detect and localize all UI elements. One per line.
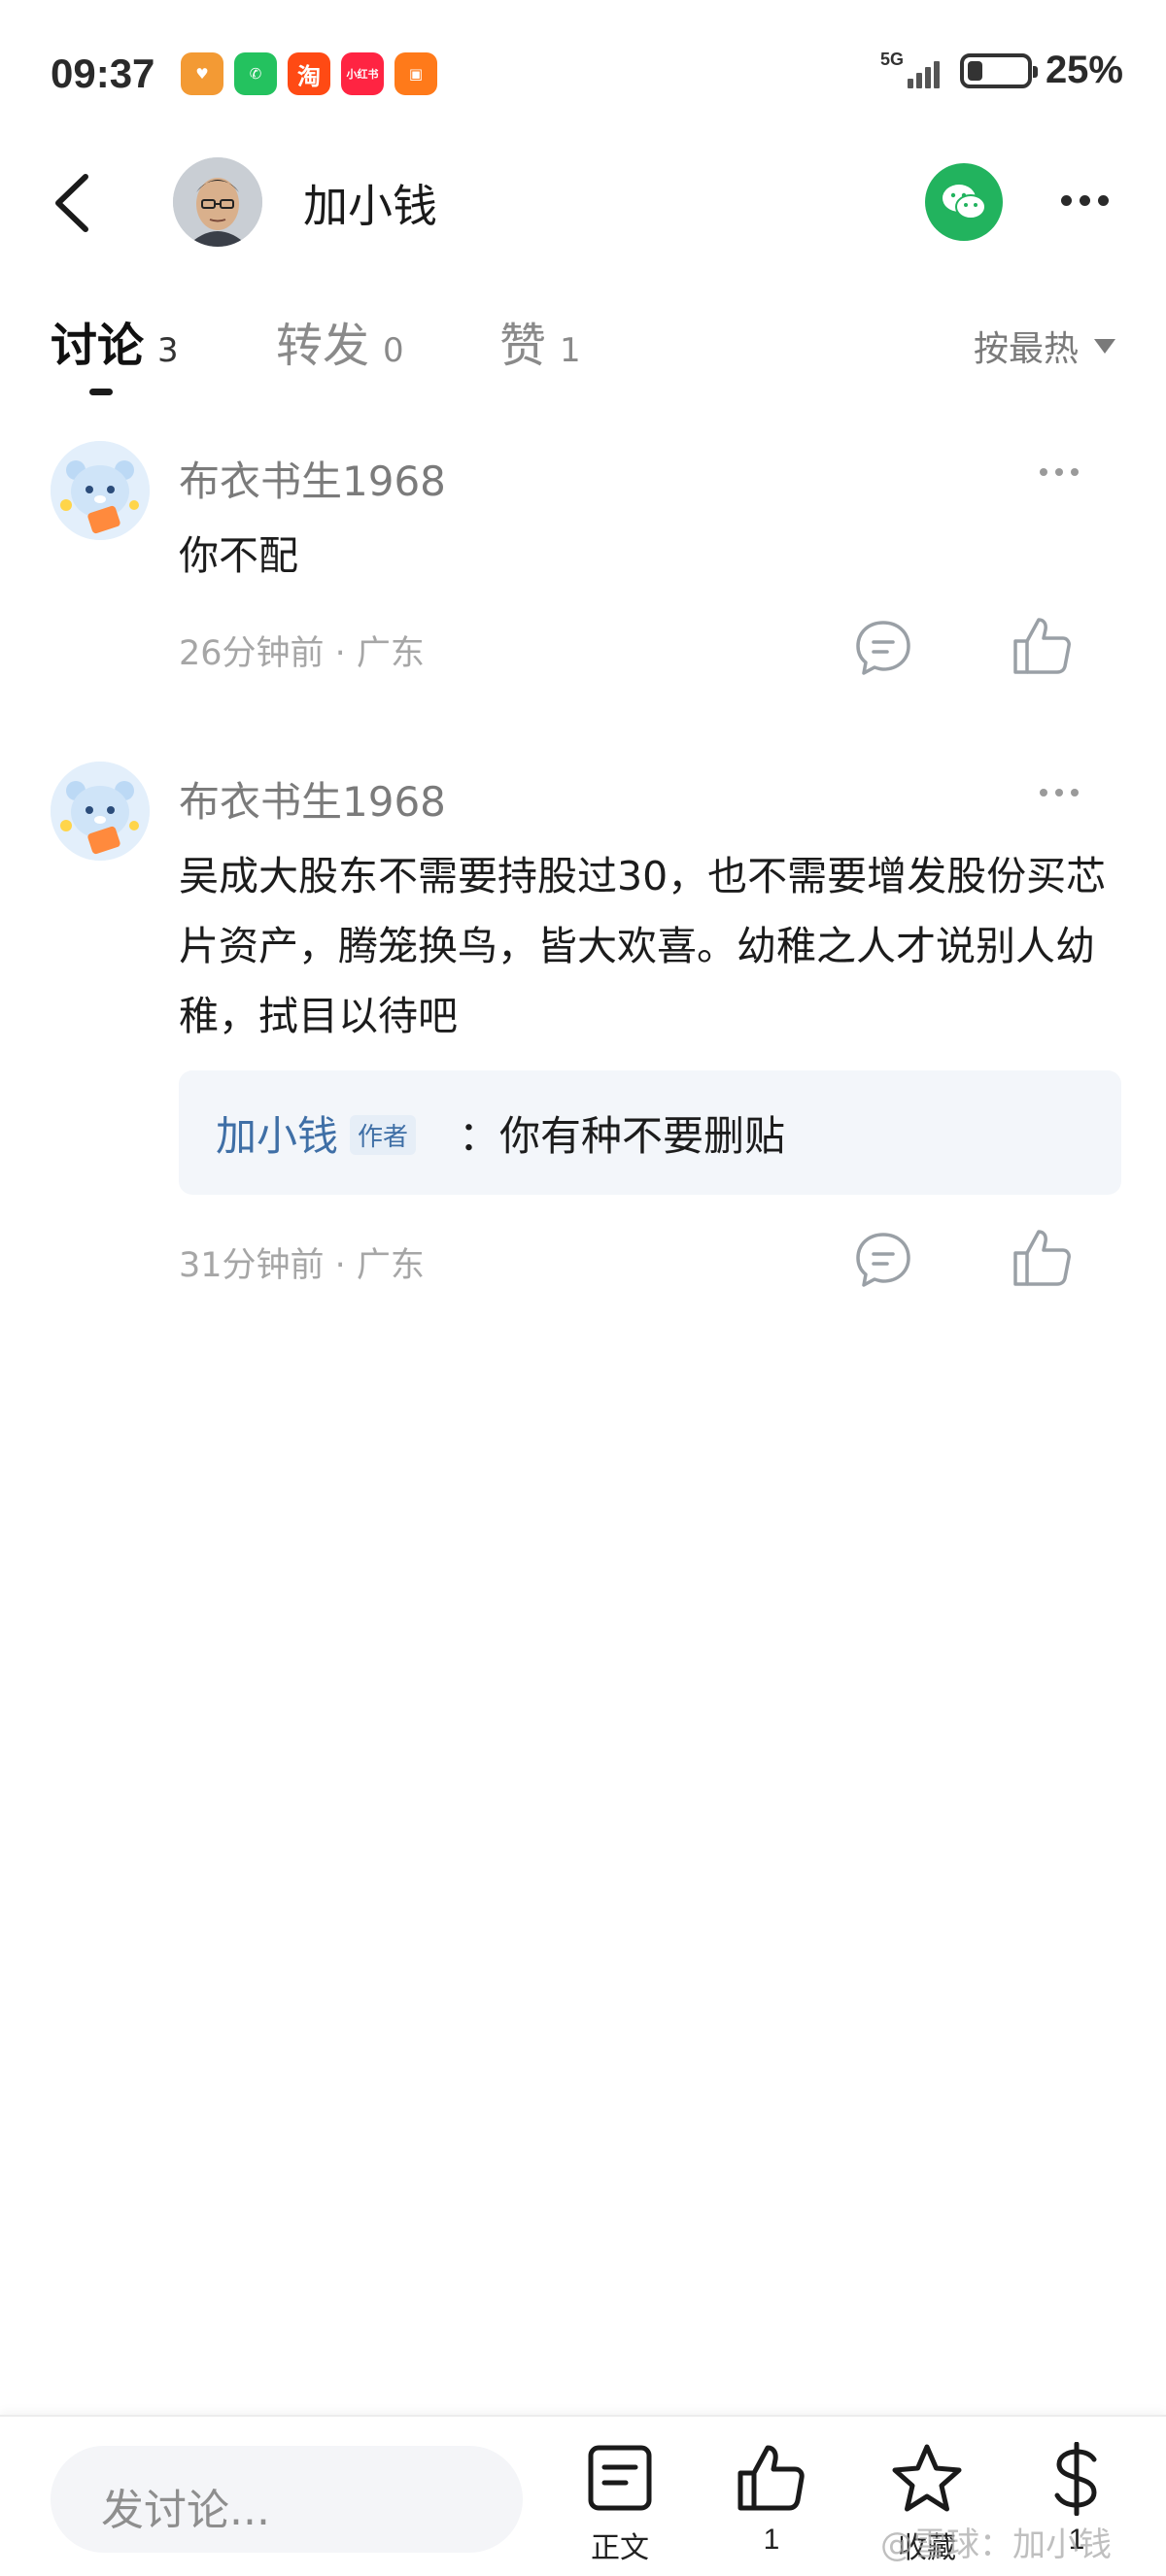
comment-text: 吴成大股东不需要持股过30，也不需要增发股份买芯片资产，腾笼换鸟，皆大欢喜。幼稚… — [179, 853, 1107, 1039]
xiaohongshu-app-icon: 小红书 — [341, 52, 384, 95]
thumbs-up-icon — [1013, 1230, 1071, 1286]
commenter-name[interactable]: 布衣书生1968 — [179, 769, 446, 829]
tab-count: 3 — [157, 331, 179, 370]
article-icon — [588, 2445, 652, 2511]
comment-item: 布衣书生1968 你不配 26分钟前 · 广东 — [0, 441, 1166, 694]
wechat-icon — [943, 185, 986, 220]
mascot-avatar-icon — [51, 441, 150, 540]
commenter-name[interactable]: 布衣书生1968 — [179, 449, 446, 508]
gift-app-icon: ▣ — [394, 52, 437, 95]
reply-quote[interactable]: 加小钱 作者 ：你有种不要删贴 — [179, 1070, 1121, 1195]
dot-icon — [1055, 468, 1063, 476]
dot-icon — [1071, 468, 1079, 476]
mascot-avatar-icon — [51, 762, 150, 861]
status-bar: 09:37 ♥ ✆ 淘 小红书 ▣ 5G 25% — [0, 0, 1166, 146]
tab-label: 讨论 — [51, 319, 145, 373]
reply-button[interactable] — [853, 618, 913, 678]
status-time: 09:37 — [51, 51, 155, 96]
signal-icon: 5G — [880, 50, 946, 92]
dot-icon — [1097, 194, 1109, 206]
battery-percent: 25% — [1045, 49, 1123, 91]
thumbs-up-icon — [737, 2445, 805, 2511]
reply-author[interactable]: 加小钱 — [216, 1103, 338, 1163]
back-arrow-icon — [55, 174, 88, 232]
comment-text: 你不配 — [179, 532, 298, 579]
taobao-app-icon: 淘 — [288, 52, 330, 95]
tab-count: 0 — [383, 331, 404, 370]
reply-text: ：你有种不要删贴 — [459, 1112, 786, 1160]
article-button[interactable]: 正文 — [562, 2442, 678, 2568]
top-nav: 加小钱 — [0, 146, 1166, 262]
dot-icon — [1040, 468, 1047, 476]
dollar-icon — [1054, 2442, 1097, 2516]
star-icon — [892, 2444, 962, 2512]
comment-more-button[interactable] — [1040, 462, 1094, 482]
commenter-avatar[interactable] — [51, 762, 150, 861]
commenter-avatar[interactable] — [51, 441, 150, 540]
tab-label: 转发 — [276, 319, 370, 373]
dot-icon — [1040, 789, 1047, 797]
triangle-down-icon — [1094, 338, 1115, 354]
sort-label: 按最热 — [973, 329, 1079, 369]
comment-bubble-icon — [856, 1233, 910, 1287]
more-options-button[interactable] — [1049, 171, 1119, 229]
status-right: 5G 25% — [880, 49, 1123, 92]
tab-label: 赞 — [499, 319, 547, 373]
comment-meta: 26分钟前 · 广东 — [179, 634, 425, 673]
like-article-button[interactable]: 1 — [713, 2442, 830, 2568]
watermark: @雪球：加小钱 — [880, 2525, 1112, 2564]
author-badge: 作者 — [350, 1115, 417, 1155]
dot-icon — [1060, 194, 1072, 206]
tab-bar: 讨论 3 转发 0 赞 1 按最热 — [0, 307, 1166, 404]
wechat-share-button[interactable] — [925, 163, 1003, 241]
like-count: 1 — [763, 2524, 780, 2556]
dot-icon — [1079, 194, 1090, 206]
like-button[interactable] — [1011, 1226, 1075, 1290]
tab-likes[interactable]: 赞 1 — [499, 307, 581, 375]
dot-icon — [1055, 789, 1063, 797]
sort-dropdown[interactable]: 按最热 — [974, 321, 1115, 371]
header-title[interactable]: 加小钱 — [303, 171, 437, 235]
heart-app-icon: ♥ — [181, 52, 223, 95]
like-button[interactable] — [1011, 614, 1075, 678]
active-tab-indicator — [89, 389, 113, 395]
reply-button[interactable] — [853, 1230, 913, 1290]
comment-meta: 31分钟前 · 广东 — [179, 1246, 425, 1285]
discussion-input[interactable]: 发讨论... — [51, 2446, 523, 2553]
author-avatar[interactable] — [173, 157, 262, 247]
article-label: 正文 — [591, 2532, 649, 2564]
person-avatar-icon — [173, 157, 262, 247]
tab-forward[interactable]: 转发 0 — [276, 307, 404, 375]
network-type: 5G — [879, 49, 904, 69]
back-button[interactable] — [47, 169, 105, 237]
status-app-icons: ♥ ✆ 淘 小红书 ▣ — [181, 52, 437, 95]
comment-bubble-icon — [856, 621, 910, 675]
comment-item: 布衣书生1968 吴成大股东不需要持股过30，也不需要增发股份买芯片资产，腾笼换… — [0, 762, 1166, 1305]
tab-discussion[interactable]: 讨论 3 — [51, 307, 179, 375]
battery-icon — [959, 52, 1038, 88]
wechat-app-icon: ✆ — [234, 52, 277, 95]
comment-more-button[interactable] — [1040, 783, 1094, 802]
dot-icon — [1071, 789, 1079, 797]
thumbs-up-icon — [1013, 618, 1071, 674]
tab-count: 1 — [560, 331, 581, 370]
discussion-input-placeholder: 发讨论... — [101, 2486, 270, 2535]
